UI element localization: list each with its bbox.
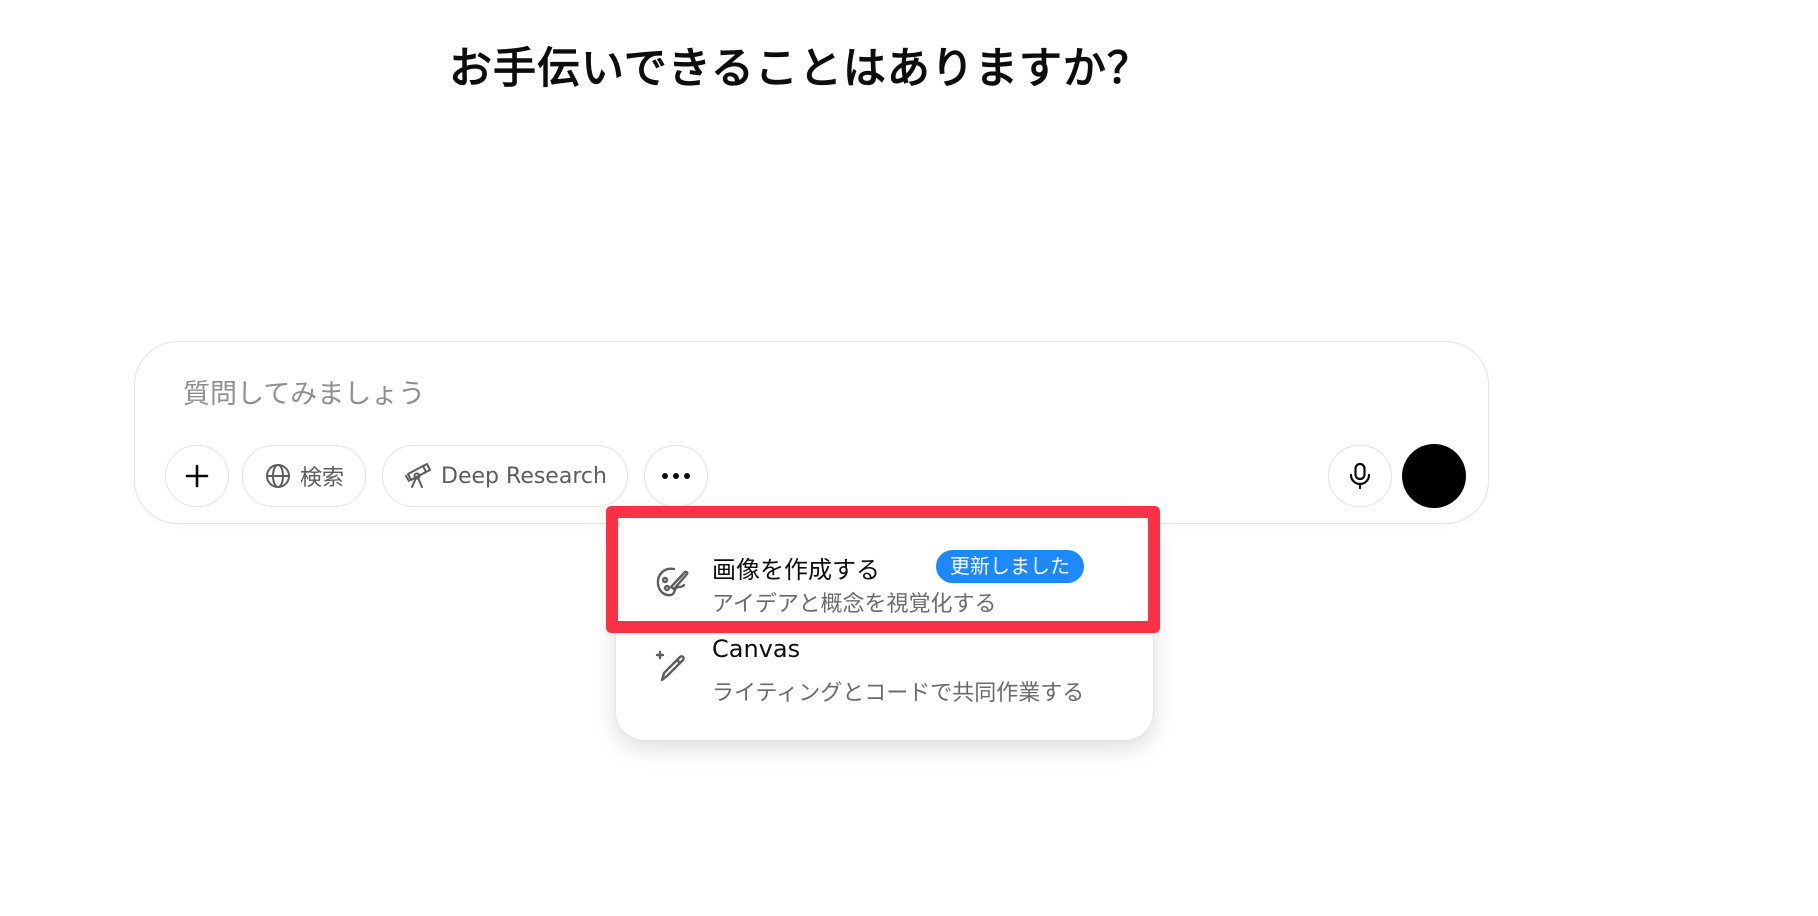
menu-item-canvas[interactable]: Canvas ライティングとコードで共同作業する [616, 631, 1153, 731]
create-image-title: 画像を作成する [712, 556, 880, 584]
menu-item-create-image[interactable]: 画像を作成する 更新しました アイデアと概念を視覚化する [616, 532, 1153, 632]
telescope-icon [405, 463, 432, 488]
composer: 質問してみましょう 検索 Deep Research [134, 341, 1489, 524]
updated-badge: 更新しました [936, 550, 1084, 583]
page-heading: お手伝いできることはありますか？ [449, 44, 1151, 94]
canvas-subtitle: ライティングとコードで共同作業する [712, 681, 1085, 706]
deep-research-button[interactable]: Deep Research [382, 445, 628, 507]
create-image-subtitle: アイデアと概念を視覚化する [712, 592, 997, 617]
more-tools-button[interactable] [644, 445, 708, 507]
plus-icon [185, 464, 209, 488]
globe-icon [265, 464, 290, 488]
search-button[interactable]: 検索 [242, 445, 366, 507]
voice-input-button[interactable] [1328, 445, 1392, 507]
pencil-sparkle-icon [655, 650, 685, 682]
page: お手伝いできることはありますか？ 質問してみましょう 検索 Deep Resea… [0, 0, 1818, 916]
voice-mode-button[interactable] [1402, 444, 1466, 508]
more-dots-icon [662, 473, 690, 479]
deep-research-label: Deep Research [441, 463, 607, 489]
microphone-icon [1349, 462, 1371, 490]
prompt-input[interactable]: 質問してみましょう [183, 372, 425, 411]
canvas-title: Canvas [712, 635, 801, 663]
add-button[interactable] [165, 445, 229, 507]
tools-menu: 画像を作成する 更新しました アイデアと概念を視覚化する Canvas ライティ… [616, 511, 1153, 740]
palette-icon [656, 567, 689, 597]
search-button-label: 検索 [299, 466, 344, 491]
